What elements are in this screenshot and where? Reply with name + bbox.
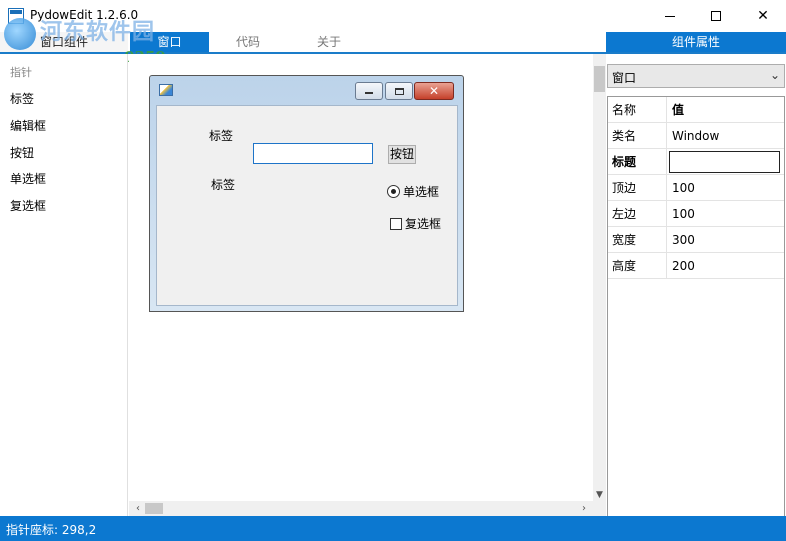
object-select[interactable]: 窗口 ⌄ [607, 64, 785, 88]
canvas-vertical-scrollbar[interactable]: ▼ [593, 54, 606, 516]
property-value: 100 [672, 181, 695, 195]
canvas-horizontal-scrollbar[interactable]: ‹ › [129, 501, 593, 516]
status-bar: 指针座标: 298,2 [0, 516, 786, 541]
scrollbar-thumb[interactable] [145, 503, 163, 514]
form-close-button[interactable]: ✕ [414, 82, 454, 100]
close-icon: ✕ [757, 8, 769, 24]
property-name: 高度 [608, 253, 667, 279]
form-label-2[interactable]: 标签 [211, 176, 235, 193]
close-button[interactable]: ✕ [740, 0, 786, 32]
window-title: PydowEdit 1.2.6.0 [30, 8, 139, 22]
property-row-left[interactable]: 左边 100 [608, 201, 784, 227]
property-value: 100 [672, 207, 695, 221]
chevron-down-icon: ⌄ [769, 68, 780, 82]
minimize-icon [665, 15, 675, 17]
tool-checkbox[interactable]: 复选框 [10, 197, 46, 214]
property-row-title[interactable]: 标题 [608, 149, 784, 175]
property-row-width[interactable]: 宽度 300 [608, 227, 784, 253]
property-header-value: 值 [672, 103, 685, 117]
property-name: 顶边 [608, 175, 667, 201]
close-icon: ✕ [428, 84, 440, 98]
form-checkbox-label: 复选框 [405, 217, 442, 231]
form-radio[interactable]: 单选框 [387, 183, 439, 200]
design-canvas[interactable]: ✕ 标签 按钮 标签 单选框 复选框 [129, 54, 593, 501]
minimize-icon [365, 92, 373, 94]
pointer-coordinates: 指针座标: 298,2 [6, 523, 97, 537]
form-icon [159, 84, 173, 96]
property-header-name: 名称 [608, 97, 667, 123]
tool-label[interactable]: 标签 [10, 90, 34, 107]
designed-form[interactable]: ✕ 标签 按钮 标签 单选框 复选框 [149, 75, 464, 312]
property-header-row: 名称 值 [608, 97, 784, 123]
object-select-value: 窗口 [612, 71, 637, 85]
title-value-input[interactable] [669, 151, 780, 173]
tool-radio[interactable]: 单选框 [10, 170, 46, 187]
scroll-left-icon[interactable]: ‹ [131, 501, 145, 516]
property-panel: 窗口 ⌄ 名称 值 类名 Window 标题 顶边 100 左边 100 宽度 … [606, 54, 786, 516]
radio-checked-icon [387, 185, 400, 198]
maximize-icon [711, 11, 721, 21]
property-name: 左边 [608, 201, 667, 227]
form-radio-label: 单选框 [403, 185, 440, 199]
tab-components[interactable]: 窗口组件 [0, 32, 128, 52]
form-label-1[interactable]: 标签 [209, 127, 233, 144]
property-row-top[interactable]: 顶边 100 [608, 175, 784, 201]
tool-pointer[interactable]: 指针 [10, 64, 32, 80]
maximize-icon [394, 87, 404, 95]
component-toolbox: 指针 标签 编辑框 按钮 单选框 复选框 [0, 54, 128, 516]
form-maximize-button[interactable] [385, 82, 413, 100]
property-value: 200 [672, 259, 695, 273]
app-icon [8, 8, 24, 24]
form-edit-box[interactable] [253, 143, 373, 164]
tab-bar: 窗口组件 窗口 代码 关于 组件属性 [0, 32, 786, 54]
tool-button[interactable]: 按钮 [10, 144, 34, 161]
scrollbar-thumb[interactable] [594, 66, 605, 92]
property-name: 类名 [608, 123, 667, 149]
tab-code[interactable]: 代码 [212, 32, 284, 52]
form-checkbox[interactable]: 复选框 [390, 215, 441, 232]
tab-about[interactable]: 关于 [290, 32, 368, 52]
property-row-classname[interactable]: 类名 Window [608, 123, 784, 149]
property-grid: 名称 值 类名 Window 标题 顶边 100 左边 100 宽度 300 高… [607, 96, 785, 516]
scroll-right-icon[interactable]: › [577, 501, 591, 516]
maximize-button[interactable] [693, 0, 739, 32]
property-row-height[interactable]: 高度 200 [608, 253, 784, 279]
minimize-button[interactable] [647, 0, 693, 32]
scroll-down-icon[interactable]: ▼ [593, 488, 606, 502]
tab-properties[interactable]: 组件属性 [606, 32, 786, 52]
form-client-area[interactable]: 标签 按钮 标签 单选框 复选框 [156, 105, 458, 306]
property-name: 宽度 [608, 227, 667, 253]
property-value: 300 [672, 233, 695, 247]
tab-window[interactable]: 窗口 [130, 32, 209, 52]
checkbox-unchecked-icon [390, 217, 402, 230]
property-value: Window [672, 129, 720, 143]
form-minimize-button[interactable] [355, 82, 383, 100]
title-bar: PydowEdit 1.2.6.0 ✕ [0, 0, 786, 32]
property-name: 标题 [608, 149, 667, 175]
tool-editbox[interactable]: 编辑框 [10, 117, 46, 134]
app-window: PydowEdit 1.2.6.0 ✕ 窗口组件 窗口 代码 关于 组件属性 河… [0, 0, 786, 541]
form-button[interactable]: 按钮 [388, 145, 416, 164]
